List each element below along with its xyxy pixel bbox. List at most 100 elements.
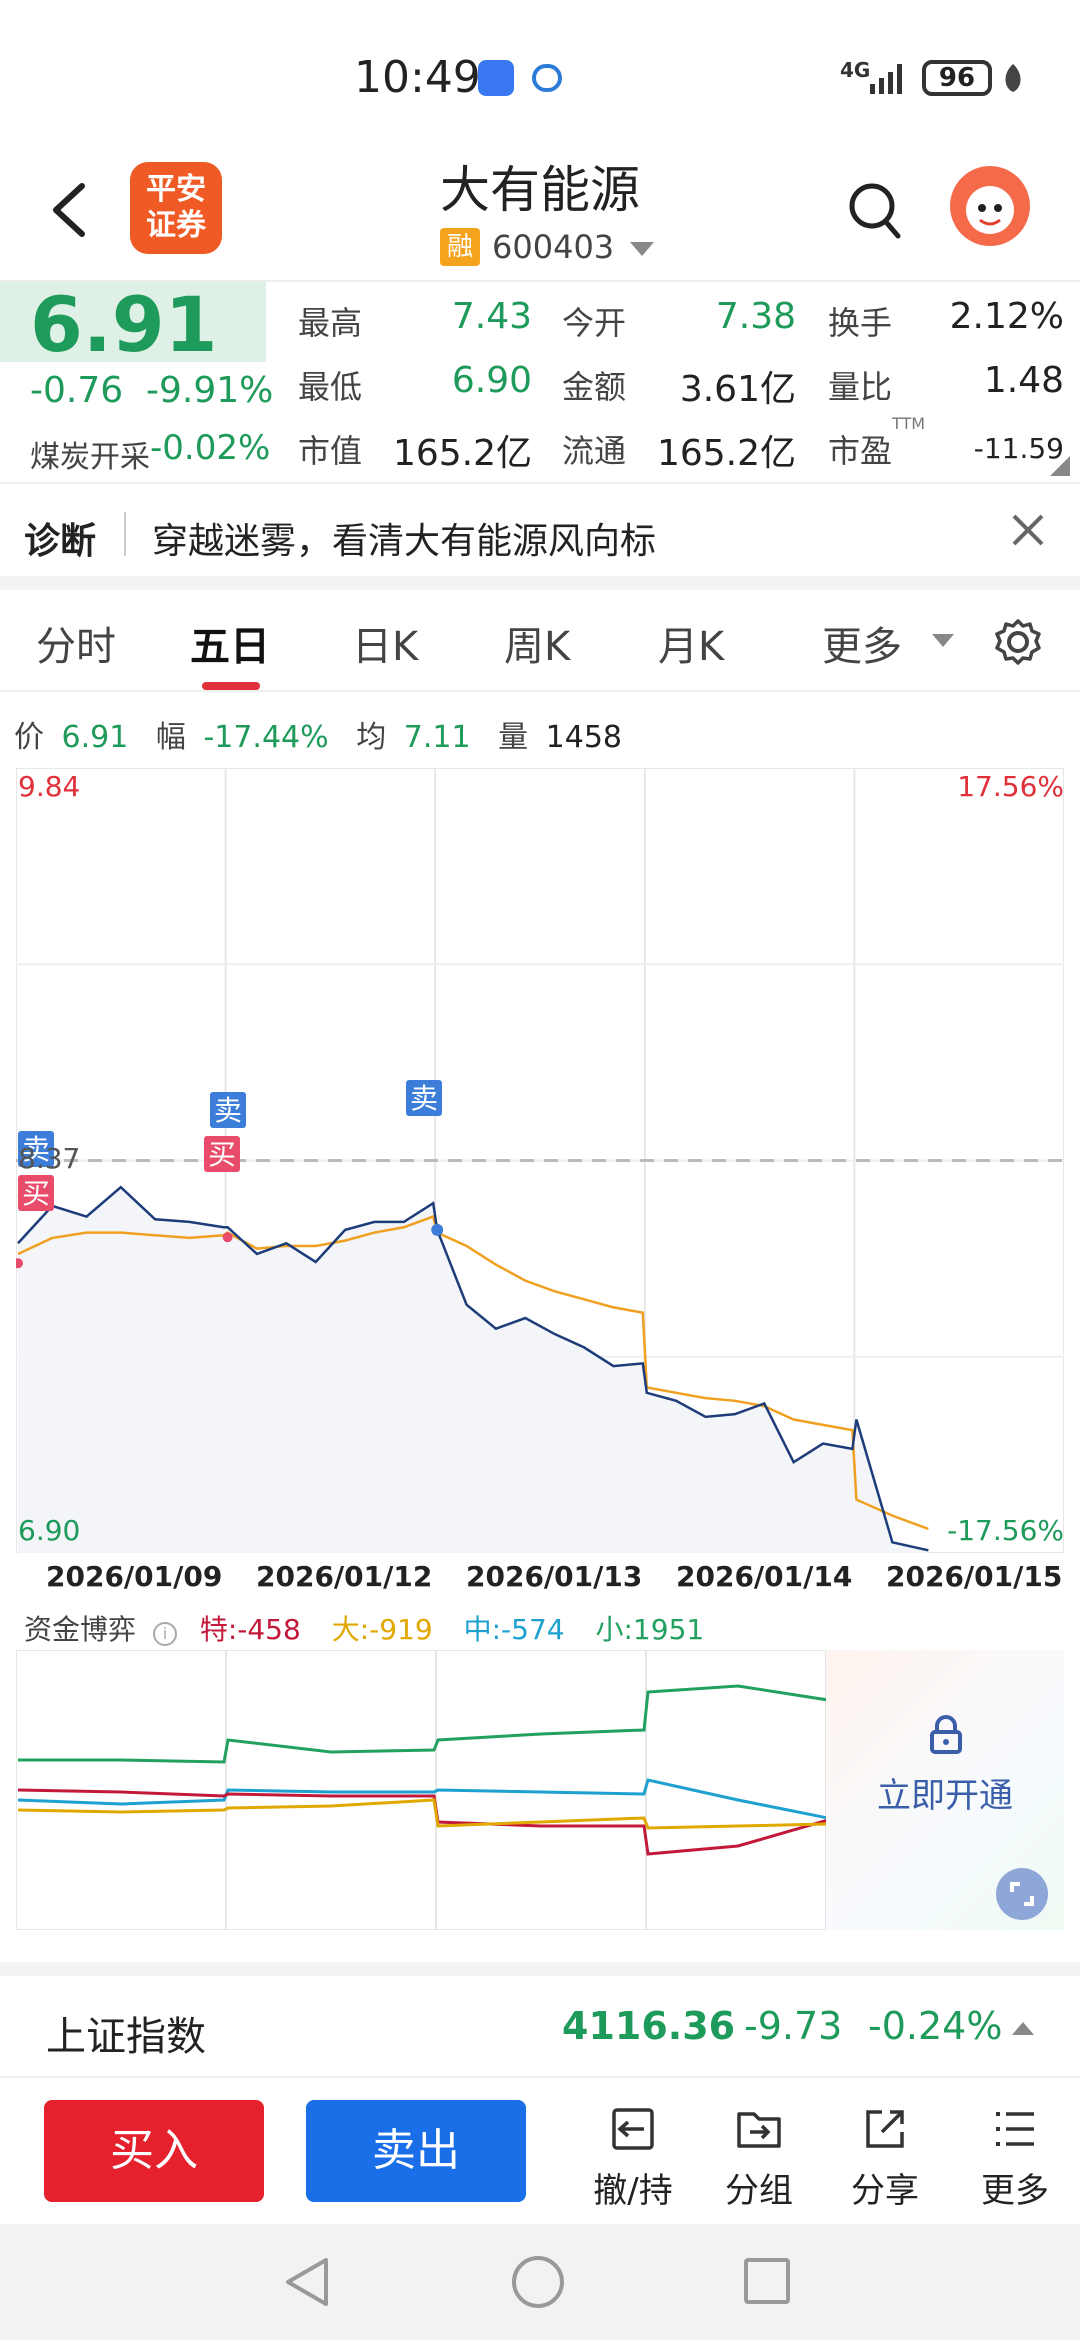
stat-value: 3.61亿 — [679, 369, 796, 410]
fund-legend: 资金博弈 i 特:-458 大:-919 中:-574 小:1951 — [24, 1608, 704, 1648]
stat-label: 金额 — [562, 368, 627, 406]
chat-notification-icon — [532, 64, 562, 92]
close-icon[interactable] — [1008, 510, 1048, 554]
index-name: 上证指数 — [46, 2014, 206, 2060]
fund-special: 特:-458 — [199, 1613, 301, 1646]
index-ticker[interactable]: 上证指数 4116.36 -9.73 -0.24% — [0, 1962, 1080, 2078]
diagnosis-text[interactable]: 穿越迷雾，看清大有能源风向标 — [152, 512, 656, 564]
date-label: 2026/01/12 — [256, 1560, 433, 1593]
stat-label: 今开 — [562, 304, 627, 342]
group-button[interactable]: 分组 — [704, 2104, 814, 2212]
signal-icon — [868, 60, 908, 96]
stat-label: 市值 — [298, 432, 363, 470]
section-divider — [0, 482, 1080, 484]
network-label: 4G — [840, 58, 871, 82]
price-change: -0.76 — [30, 370, 124, 411]
trade-dot — [431, 1223, 444, 1236]
tab-item[interactable]: 日K — [352, 614, 418, 672]
info-icon[interactable]: i — [152, 1622, 177, 1646]
tab-item[interactable]: 分时 — [36, 614, 116, 672]
chart-info-row: 价 6.91 幅 -17.44% 均 7.11 量 1458 — [14, 712, 622, 756]
fund-frame — [16, 1650, 826, 1930]
diagnosis-separator — [124, 512, 126, 556]
folder-icon — [737, 2112, 781, 2148]
sell-button[interactable]: 卖出 — [306, 2100, 526, 2202]
fund-medium: 中:-574 — [463, 1613, 565, 1646]
info-range: -17.44% — [203, 720, 329, 755]
fund-small: 小:1951 — [595, 1613, 705, 1646]
leaf-icon — [1002, 62, 1024, 98]
stock-code[interactable]: 600403 — [492, 228, 655, 266]
unlock-text[interactable]: 立即开通 — [826, 1768, 1064, 1817]
cancel-hold-label: 撤/持 — [593, 2171, 673, 2211]
prev-close-label: 8.37 — [18, 1142, 81, 1175]
trade-marker-label: 买 — [208, 1138, 236, 1171]
more-label: 更多 — [981, 2171, 1049, 2211]
tab-item[interactable]: 五日 — [190, 614, 270, 672]
y-top-pct: 17.56% — [957, 770, 1064, 803]
stat-label: 市盈 — [828, 432, 893, 470]
stat-label: 换手 — [828, 304, 893, 342]
index-value: 4116.36 — [562, 2004, 736, 2048]
share-button[interactable]: 分享 — [830, 2104, 940, 2212]
unlock-panel[interactable]: 立即开通 — [826, 1650, 1064, 1930]
stat-value: 165.2亿 — [656, 433, 796, 474]
fund-label: 资金博弈 — [24, 1613, 137, 1646]
expand-icon[interactable] — [996, 1868, 1048, 1920]
stat-value: 6.90 — [451, 360, 532, 401]
y-bottom-label: 6.90 — [18, 1514, 81, 1547]
chevron-down-icon — [630, 242, 655, 256]
nav-home-icon[interactable] — [512, 2256, 564, 2308]
stat-label: 流通 — [562, 432, 627, 470]
index-change-pct: -0.24% — [868, 2004, 1003, 2048]
sector-change: -0.02% — [150, 428, 271, 468]
stat-value: 1.48 — [983, 360, 1064, 401]
tab-item[interactable]: 更多 — [822, 614, 902, 672]
avatar[interactable] — [950, 166, 1030, 246]
info-avg-label: 均 — [356, 720, 387, 755]
sector-name[interactable]: 煤炭开采 — [30, 432, 150, 476]
tab-item[interactable]: 月K — [658, 614, 724, 672]
system-nav-bar — [0, 2224, 1080, 2340]
trade-marker-label: 卖 — [214, 1094, 242, 1127]
date-label: 2026/01/13 — [466, 1560, 643, 1593]
nav-back-icon[interactable] — [282, 2254, 332, 2314]
info-vol-label: 量 — [498, 720, 529, 755]
current-price: 6.91 — [30, 280, 218, 369]
status-bar: 10:49 4G 96 — [0, 0, 1080, 150]
price-change-pct: -9.91% — [146, 370, 274, 411]
buy-button[interactable]: 买入 — [44, 2100, 264, 2202]
stock-code-text: 600403 — [492, 228, 615, 266]
status-time: 10:49 — [354, 52, 481, 103]
diagnosis-label: 诊断 — [24, 521, 97, 562]
fund-large: 大:-919 — [331, 1613, 433, 1646]
menu-icon — [996, 2112, 1034, 2146]
fund-flow-chart — [16, 1650, 826, 1930]
chevron-down-icon — [932, 634, 954, 647]
share-icon — [866, 2110, 904, 2148]
chevron-up-icon — [1012, 2022, 1034, 2035]
stat-label: 最高 — [298, 304, 363, 342]
margin-badge: 融 — [440, 228, 480, 266]
date-label: 2026/01/09 — [46, 1560, 223, 1593]
cancel-hold-icon — [612, 2108, 654, 2150]
stat-label: 量比 — [828, 368, 893, 406]
five-day-chart[interactable]: 卖买卖买卖 — [16, 768, 1064, 1553]
search-icon[interactable] — [846, 180, 902, 244]
info-price: 6.91 — [61, 720, 129, 755]
more-button[interactable]: 更多 — [960, 2104, 1070, 2212]
y-top-label: 9.84 — [18, 770, 81, 803]
trade-dot — [222, 1232, 233, 1243]
section-divider — [0, 576, 1080, 590]
stat-value: 165.2亿 — [392, 433, 532, 474]
stat-value: 7.38 — [715, 296, 796, 337]
trade-marker-label: 卖 — [410, 1082, 438, 1115]
settings-icon[interactable] — [994, 618, 1042, 670]
battery-indicator: 96 — [922, 60, 992, 96]
corner-arrow-icon — [1050, 456, 1070, 476]
nav-recents-icon[interactable] — [744, 2258, 790, 2304]
group-label: 分组 — [725, 2171, 793, 2211]
stock-name: 大有能源 — [440, 161, 640, 219]
cancel-hold-button[interactable]: 撤/持 — [578, 2104, 688, 2212]
tab-item[interactable]: 周K — [504, 614, 570, 672]
